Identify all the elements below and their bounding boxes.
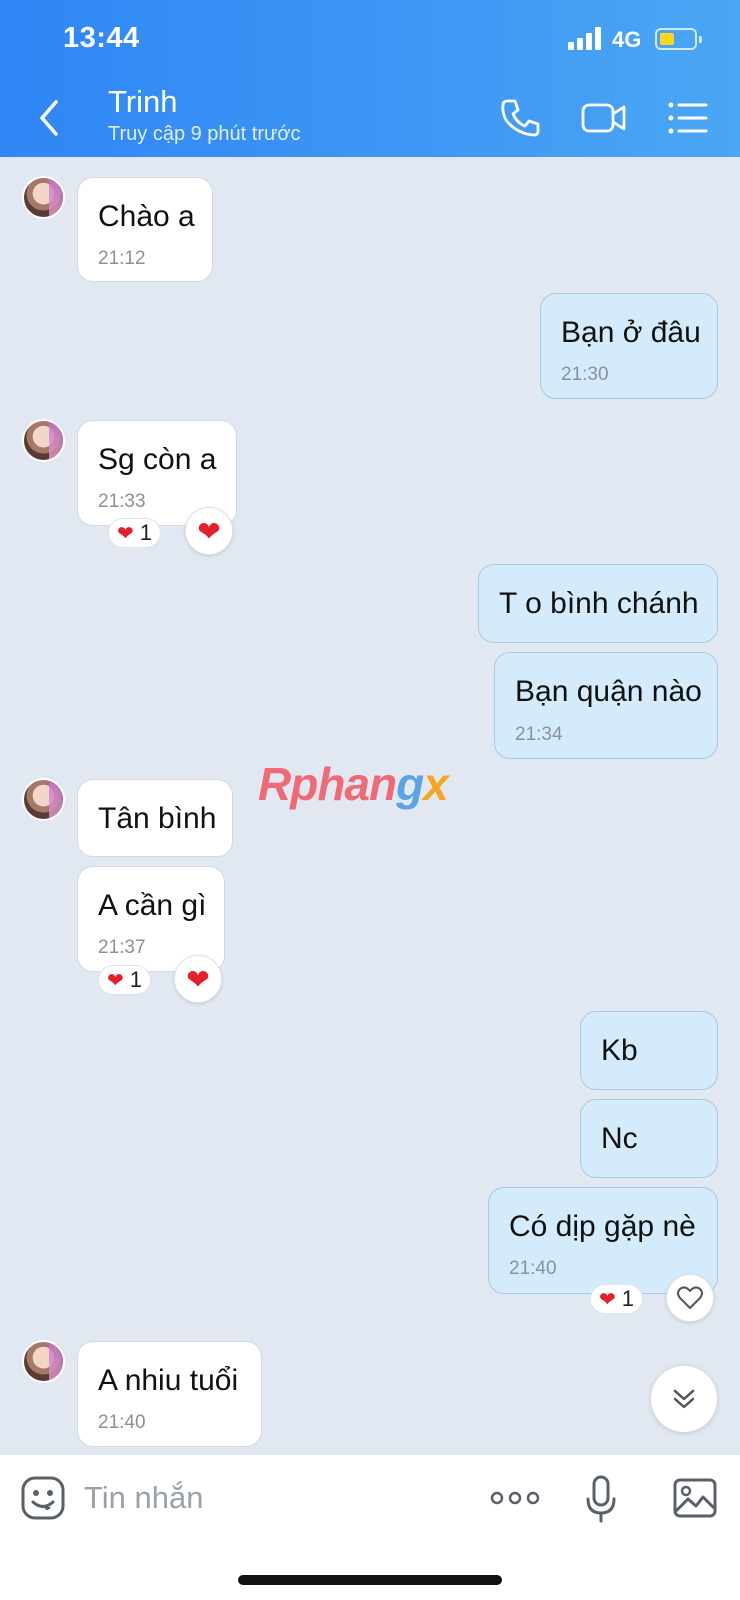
message-text: Có dịp gặp nè xyxy=(509,1210,696,1243)
more-options-button[interactable] xyxy=(490,1475,540,1521)
image-icon xyxy=(673,1478,717,1518)
message-bubble-outgoing[interactable]: Kb xyxy=(580,1011,718,1090)
contact-avatar[interactable] xyxy=(22,778,65,821)
contact-name[interactable]: Trinh xyxy=(108,84,177,120)
message-time: 21:34 xyxy=(515,724,563,745)
message-time: 21:40 xyxy=(98,1412,146,1433)
message-text: Sg còn a xyxy=(98,443,217,476)
signal-icon xyxy=(568,26,604,50)
emoji-icon xyxy=(21,1476,65,1520)
message-text: Chào a xyxy=(98,200,195,233)
message-text: Tân bình xyxy=(98,802,217,835)
heart-outline-icon xyxy=(677,1286,703,1309)
message-text: Kb xyxy=(601,1034,638,1067)
video-call-icon xyxy=(581,103,626,133)
last-seen-status: Truy cập 9 phút trước xyxy=(108,123,301,145)
microphone-icon xyxy=(586,1475,616,1523)
home-indicator xyxy=(238,1575,502,1585)
message-bubble-incoming[interactable]: Chào a 21:12 xyxy=(77,177,213,282)
send-image-button[interactable] xyxy=(672,1475,718,1521)
status-time: 13:44 xyxy=(63,22,140,54)
reaction-count: 1 xyxy=(129,967,143,992)
network-type: 4G xyxy=(612,27,642,52)
reaction-summary[interactable]: ❤ 1 xyxy=(98,965,152,995)
message-bubble-outgoing[interactable]: Nc xyxy=(580,1099,718,1178)
message-time: 21:33 xyxy=(98,491,146,512)
chat-menu-button[interactable] xyxy=(666,96,710,140)
more-dots-icon xyxy=(490,1491,540,1505)
menu-list-icon xyxy=(668,102,708,134)
heart-icon: ❤ xyxy=(117,522,134,545)
video-call-button[interactable] xyxy=(580,96,628,140)
message-bubble-outgoing[interactable]: Bạn quận nào 21:34 xyxy=(494,652,718,759)
message-text: A cần gì xyxy=(98,889,207,922)
message-text: Nc xyxy=(601,1122,638,1155)
emoji-button[interactable] xyxy=(20,1475,66,1521)
message-text: Bạn quận nào xyxy=(515,675,702,708)
reaction-count: 1 xyxy=(139,520,153,545)
heart-icon: ❤ xyxy=(107,969,124,992)
react-button[interactable]: ❤ xyxy=(174,955,222,1003)
message-time: 21:37 xyxy=(98,937,146,958)
scroll-to-bottom-button[interactable] xyxy=(651,1366,717,1432)
message-time: 21:12 xyxy=(98,248,146,269)
message-text: A nhiu tuổi xyxy=(98,1364,239,1397)
voice-call-button[interactable] xyxy=(498,96,542,140)
chat-header: 13:44 4G Trinh Truy cập 9 phút trước xyxy=(0,0,740,157)
message-bubble-outgoing[interactable]: T o bình chánh xyxy=(478,564,718,643)
back-icon xyxy=(40,100,58,136)
contact-avatar[interactable] xyxy=(22,419,65,462)
contact-avatar[interactable] xyxy=(22,1340,65,1383)
back-button[interactable] xyxy=(30,96,70,140)
watermark-logo: Rphangx xyxy=(258,758,449,810)
message-bubble-outgoing[interactable]: Bạn ở đâu 21:30 xyxy=(540,293,718,399)
reaction-summary[interactable]: ❤ 1 xyxy=(590,1284,644,1314)
voice-message-button[interactable] xyxy=(584,1475,618,1523)
battery-icon xyxy=(655,28,702,50)
message-composer xyxy=(0,1455,740,1600)
chevron-double-down-icon xyxy=(673,1389,695,1409)
message-input[interactable] xyxy=(84,1471,464,1525)
heart-icon: ❤ xyxy=(197,515,221,547)
heart-icon: ❤ xyxy=(599,1288,616,1311)
contact-avatar[interactable] xyxy=(22,176,65,219)
message-bubble-incoming[interactable]: Tân bình xyxy=(77,779,233,857)
message-text: T o bình chánh xyxy=(499,587,699,620)
message-time: 21:30 xyxy=(561,364,609,385)
message-bubble-incoming[interactable]: A nhiu tuổi 21:40 xyxy=(77,1341,262,1447)
message-text: Bạn ở đâu xyxy=(561,316,701,349)
phone-icon xyxy=(501,99,540,137)
heart-icon: ❤ xyxy=(186,963,210,995)
reaction-count: 1 xyxy=(621,1286,635,1311)
react-button[interactable] xyxy=(666,1274,714,1322)
message-time: 21:40 xyxy=(509,1258,557,1279)
reaction-summary[interactable]: ❤ 1 xyxy=(108,518,162,548)
react-button[interactable]: ❤ xyxy=(185,507,233,555)
